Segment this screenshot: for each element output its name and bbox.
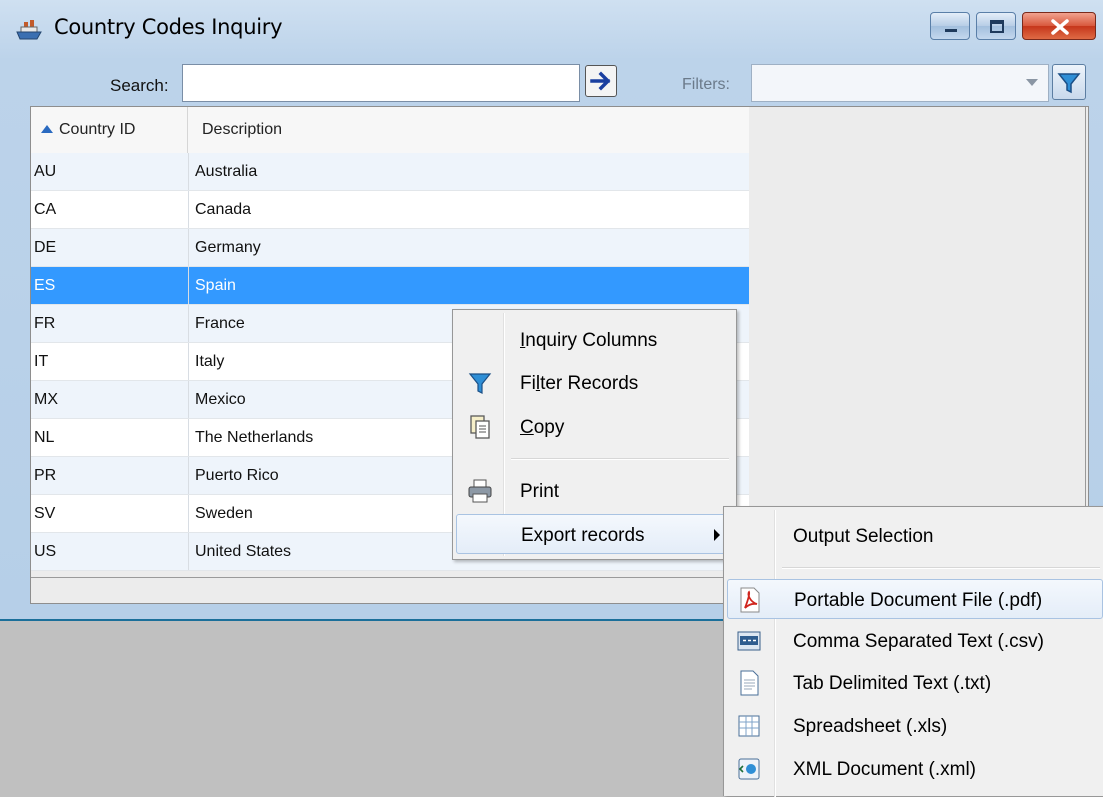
export-csv-item[interactable]: Comma Separated Text (.csv) <box>727 621 1103 661</box>
menu-item-copy[interactable]: Copy <box>456 407 733 447</box>
grid-header: Country ID Description <box>31 107 749 154</box>
xml-icon <box>738 758 760 780</box>
maximize-button[interactable] <box>976 12 1016 40</box>
menu-item-inquiry-columns[interactable]: Inquiry Columns <box>456 320 733 360</box>
minimize-icon <box>945 29 957 32</box>
submenu-item-label: XML Document (.xml) <box>793 759 976 780</box>
export-txt-item[interactable]: Tab Delimited Text (.txt) <box>727 663 1103 703</box>
description-cell: Germany <box>195 239 261 256</box>
submenu-item-label: Tab Delimited Text (.txt) <box>793 673 992 694</box>
menu-separator <box>511 458 729 460</box>
country-id-cell: FR <box>34 315 56 332</box>
column-header-country-id[interactable]: Country ID <box>31 107 188 153</box>
pdf-icon <box>740 587 760 613</box>
chevron-down-icon <box>1026 79 1038 86</box>
table-row[interactable]: AU Australia <box>31 153 749 191</box>
country-id-cell: MX <box>34 391 58 408</box>
country-id-cell: ES <box>34 277 56 294</box>
copy-icon <box>470 415 490 439</box>
text-file-icon <box>740 670 759 696</box>
arrow-right-icon <box>590 71 611 91</box>
csv-icon <box>737 631 761 651</box>
submenu-item-label: Spreadsheet (.xls) <box>793 716 948 737</box>
close-icon <box>1051 19 1069 35</box>
description-cell: Australia <box>195 163 258 180</box>
table-row[interactable]: DE Germany <box>31 229 749 267</box>
spreadsheet-icon <box>738 715 760 737</box>
search-input[interactable] <box>182 64 580 102</box>
printer-icon <box>468 479 492 503</box>
ship-icon <box>16 20 42 40</box>
menu-separator <box>782 567 1100 569</box>
export-submenu: Output Selection Portable Document File … <box>723 506 1103 797</box>
country-id-cell: NL <box>34 429 55 446</box>
country-id-cell: DE <box>34 239 57 256</box>
country-id-cell: AU <box>34 163 57 180</box>
filter-button[interactable] <box>1052 64 1086 100</box>
search-go-button[interactable] <box>585 65 617 97</box>
country-id-cell: PR <box>34 467 57 484</box>
menu-item-label: Copy <box>520 417 565 438</box>
country-id-cell: CA <box>34 201 57 218</box>
menu-item-export-records[interactable]: Export records <box>456 514 733 554</box>
menu-item-label: Inquiry Columns <box>520 330 658 351</box>
menu-item-label: Print <box>520 481 560 502</box>
filters-dropdown[interactable] <box>751 64 1049 102</box>
search-label: Search: <box>110 76 169 95</box>
context-menu: Inquiry Columns Filter Records Copy Prin… <box>452 309 737 560</box>
menu-item-label: Filter Records <box>520 373 639 394</box>
funnel-icon <box>468 373 492 394</box>
export-xml-item[interactable]: XML Document (.xml) <box>727 749 1103 789</box>
menu-item-filter-records[interactable]: Filter Records <box>456 363 733 403</box>
submenu-item-label: Comma Separated Text (.csv) <box>793 631 1044 652</box>
filters-label: Filters: <box>682 76 730 93</box>
submenu-output-selection[interactable]: Output Selection <box>727 516 1103 556</box>
chevron-right-icon <box>714 529 720 541</box>
close-button[interactable] <box>1022 12 1096 40</box>
export-pdf-item[interactable]: Portable Document File (.pdf) <box>727 579 1103 619</box>
submenu-item-label: Portable Document File (.pdf) <box>794 590 1043 611</box>
title-bar[interactable]: Country Codes Inquiry <box>0 0 1103 56</box>
funnel-icon <box>1057 73 1081 94</box>
window-title: Country Codes Inquiry <box>54 15 283 39</box>
country-id-cell: IT <box>34 353 49 370</box>
column-header-description[interactable]: Description <box>188 107 749 153</box>
menu-item-label: Export records <box>521 525 645 546</box>
menu-item-print[interactable]: Print <box>456 471 733 511</box>
country-id-cell: US <box>34 543 57 560</box>
submenu-header-label: Output Selection <box>793 526 934 547</box>
table-row[interactable]: ES Spain <box>31 267 749 305</box>
export-xls-item[interactable]: Spreadsheet (.xls) <box>727 706 1103 746</box>
table-row[interactable]: CA Canada <box>31 191 749 229</box>
maximize-icon <box>990 20 1004 33</box>
description-cell: Canada <box>195 201 252 218</box>
country-id-cell: SV <box>34 505 56 522</box>
minimize-button[interactable] <box>930 12 970 40</box>
description-cell: Spain <box>195 277 236 294</box>
sort-ascending-icon <box>41 125 53 133</box>
